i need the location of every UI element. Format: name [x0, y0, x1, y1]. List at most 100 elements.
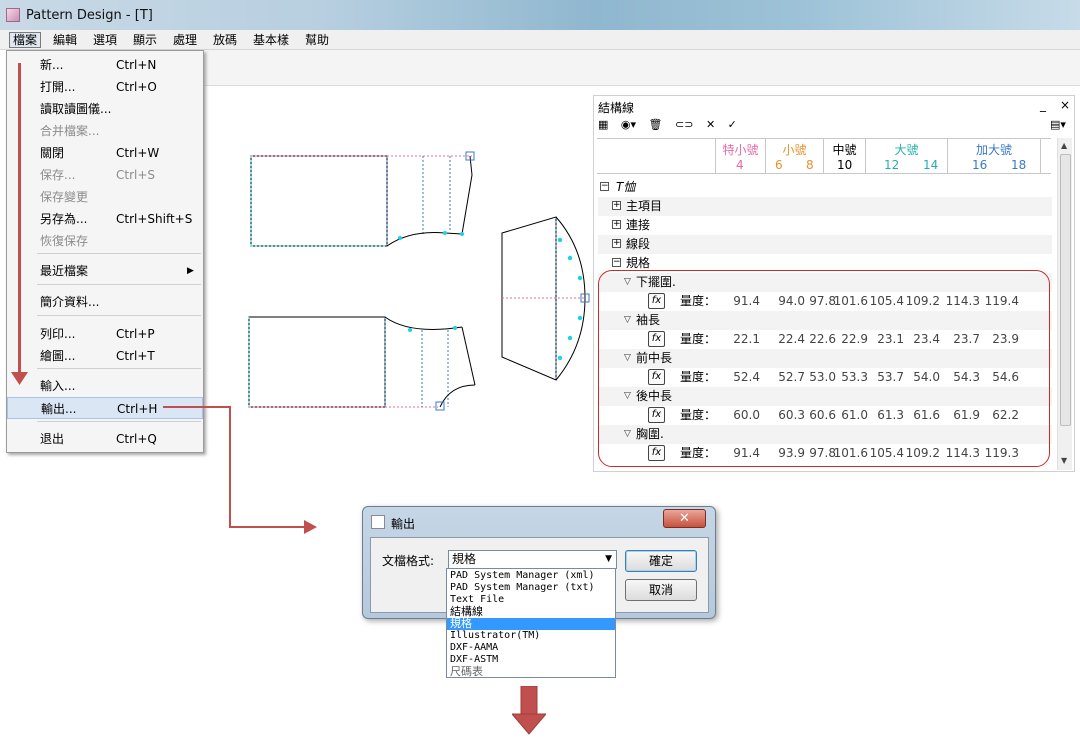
dialog-app-icon	[371, 515, 385, 529]
file-menu-item[interactable]: 退出 Ctrl+Q	[7, 428, 203, 450]
spec-highlight-frame	[598, 270, 1050, 467]
file-menu-item[interactable]: 新... Ctrl+N	[7, 54, 203, 76]
file-menu-item: 保存變更	[7, 186, 203, 208]
file-menu-item[interactable]: 讀取讀圖儀...	[7, 98, 203, 120]
file-menu-item: 保存... Ctrl+S	[7, 164, 203, 186]
pattern-canvas[interactable]	[240, 140, 600, 430]
eye-icon[interactable]: ◉▾	[621, 118, 636, 131]
file-menu-item: 合并檔案...	[7, 120, 203, 142]
panel-close-button[interactable]: ×	[1060, 98, 1070, 112]
tree-root-row[interactable]: − T恤	[598, 178, 1052, 197]
file-menu-item[interactable]: 打開... Ctrl+O	[7, 76, 203, 98]
expand-icon[interactable]: +	[612, 239, 621, 248]
file-menu-item[interactable]: 關閉 Ctrl+W	[7, 142, 203, 164]
menu-item-shortcut: Ctrl+O	[116, 80, 157, 94]
pattern-piece-top[interactable]	[250, 151, 475, 247]
pattern-piece-bottom[interactable]	[248, 316, 476, 411]
tree-node-main[interactable]: + 主項目	[598, 197, 1052, 216]
menu-grading[interactable]: 放碼	[210, 32, 240, 48]
menu-options[interactable]: 選項	[90, 32, 120, 48]
menu-item-shortcut: Ctrl+Q	[116, 432, 157, 446]
format-option[interactable]: 規格	[447, 618, 615, 630]
menu-help[interactable]: 幫助	[302, 32, 332, 48]
cancel-button[interactable]: 取消	[625, 579, 697, 601]
menu-edit[interactable]: 編輯	[50, 32, 80, 48]
ok-button[interactable]: 確定	[625, 550, 697, 572]
collapse-icon[interactable]: −	[612, 258, 621, 267]
file-menu-item: 恢復保存	[7, 230, 203, 252]
file-menu-item[interactable]: 列印... Ctrl+P	[7, 323, 203, 345]
annotation-arrow-h2	[229, 526, 309, 528]
menu-file[interactable]: 檔案	[9, 32, 42, 48]
annotation-arrow-down	[18, 63, 21, 375]
scroll-up-icon[interactable]: ▲	[1061, 141, 1067, 150]
expand-icon[interactable]: +	[612, 201, 621, 210]
big-arrow-down-icon	[512, 686, 546, 735]
file-menu-item[interactable]: 另存為... Ctrl+Shift+S	[7, 208, 203, 230]
file-menu-item[interactable]: 輸出... Ctrl+H	[7, 397, 203, 419]
menu-item-label: 打開...	[40, 80, 76, 94]
format-options-list[interactable]: PAD System Manager (xml) PAD System Manag…	[446, 568, 616, 678]
menu-item-label: 保存...	[40, 168, 76, 182]
menu-separator	[37, 284, 201, 285]
collapse-icon[interactable]: −	[600, 182, 609, 191]
menu-bar: 檔案 編輯 選項 顯示 處理 放碼 基本樣 幫助	[0, 30, 1080, 50]
delete-x-icon[interactable]: ✕	[706, 118, 715, 131]
menu-item-label: 最近檔案	[40, 264, 89, 278]
tree-node-connect[interactable]: + 連接	[598, 216, 1052, 235]
menu-item-label: 輸入...	[40, 379, 76, 393]
format-option[interactable]: PAD System Manager (txt)	[447, 582, 615, 594]
format-option[interactable]: 尺碼表	[447, 666, 615, 678]
file-menu: 新... Ctrl+N 打開... Ctrl+O 讀取讀圖儀... 合并檔案... 關閉 Ct…	[6, 50, 204, 453]
file-menu-item[interactable]: 輸入...	[7, 375, 203, 397]
format-option[interactable]: 結構線	[447, 606, 615, 618]
panel-minimize-button[interactable]: _	[1040, 98, 1046, 112]
app-icon	[6, 8, 20, 22]
annotation-arrow-v	[229, 406, 231, 528]
pattern-piece-sleeve[interactable]	[501, 216, 590, 381]
menu-item-label: 新...	[40, 58, 64, 72]
grid-view-icon[interactable]: ▦	[598, 118, 608, 131]
menu-item-shortcut: Ctrl+Shift+S	[116, 212, 193, 226]
submenu-arrow-icon: ▶	[187, 266, 194, 276]
size-group-m[interactable]: 中號 10	[823, 139, 865, 173]
panel-menu-icon[interactable]: ▤▾	[1050, 118, 1066, 131]
format-option[interactable]: PAD System Manager (xml)	[447, 570, 615, 582]
format-select[interactable]: 規格 ▼	[448, 550, 617, 569]
link-icon[interactable]: ⊂⊃	[675, 118, 693, 131]
chevron-down-icon[interactable]: ▼	[605, 551, 612, 568]
size-group-s[interactable]: 小號 6 8	[765, 139, 823, 173]
menu-view[interactable]: 顯示	[130, 32, 160, 48]
menu-item-shortcut: Ctrl+S	[116, 168, 156, 182]
size-group-xl[interactable]: 加大號 16 18	[947, 139, 1041, 173]
size-group-xs[interactable]: 特小號 4	[715, 139, 765, 173]
expand-icon[interactable]: +	[612, 220, 621, 229]
menu-item-shortcut: Ctrl+N	[116, 58, 157, 72]
file-menu-item[interactable]: 簡介資料...	[7, 291, 203, 313]
format-option[interactable]: DXF-AAMA	[447, 642, 615, 654]
tree-node-segments[interactable]: + 線段	[598, 235, 1052, 254]
format-label: 文檔格式:	[382, 554, 435, 568]
menu-process[interactable]: 處理	[170, 32, 200, 48]
check-icon[interactable]: ✓	[728, 118, 737, 131]
scroll-down-icon[interactable]: ▼	[1061, 456, 1067, 465]
menu-separator	[37, 253, 201, 254]
annotation-arrow-h1	[163, 406, 231, 408]
menu-item-shortcut: Ctrl+P	[116, 327, 155, 341]
menu-item-shortcut: Ctrl+H	[117, 402, 158, 416]
window-title: Pattern Design - [T]	[26, 8, 153, 23]
menu-basic-block[interactable]: 基本樣	[250, 32, 292, 48]
menu-item-label: 合并檔案...	[40, 124, 100, 138]
scroll-thumb[interactable]	[1060, 154, 1071, 426]
menu-separator	[37, 421, 201, 422]
panel-scrollbar[interactable]: ▲ ▼	[1057, 138, 1072, 470]
format-option[interactable]: Illustrator(TM)	[447, 630, 615, 642]
file-menu-item[interactable]: 繪圖... Ctrl+T	[7, 345, 203, 367]
file-menu-item[interactable]: 最近檔案 ▶	[7, 260, 203, 282]
trash-icon[interactable]: 🗑	[649, 118, 663, 131]
title-bar: Pattern Design - [T]	[0, 0, 1080, 30]
size-header: 特小號 4 小號 6 8 中號 10 大號 12 14 加大號 16 18	[597, 138, 1051, 174]
size-group-l[interactable]: 大號 12 14	[865, 139, 947, 173]
dialog-close-button[interactable]: ✕	[663, 509, 706, 528]
format-select-value: 規格	[452, 552, 477, 566]
